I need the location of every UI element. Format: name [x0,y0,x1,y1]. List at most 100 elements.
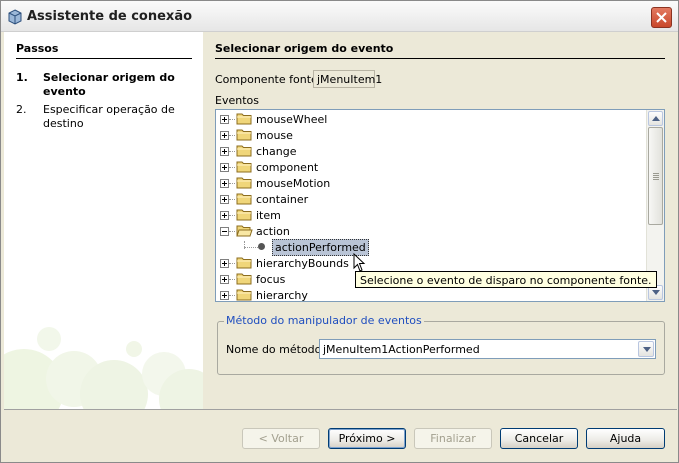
tree-connector [229,151,235,152]
folder-icon [236,113,252,125]
tree-connector [229,279,235,280]
content-panel: Selecionar origem do evento Componente f… [203,32,677,409]
expand-icon[interactable] [220,147,229,156]
tree-item-label[interactable]: mouse [256,129,293,142]
arrow-up-icon [652,116,660,121]
tree-item-label[interactable]: container [256,193,308,206]
folder-open-icon [236,225,253,237]
method-name-value[interactable]: jMenuItem1ActionPerformed [323,343,480,356]
group-title: Método do manipulador de eventos [224,314,424,327]
step-label: Especificar operação de destino [43,103,175,130]
folder-icon [236,257,252,269]
event-bullet-icon [258,243,265,250]
tree-connector [229,119,235,120]
next-button[interactable]: Próximo > [328,428,406,449]
mouse-cursor-icon [353,253,366,272]
scroll-up-button[interactable] [648,111,663,126]
tree-item-label[interactable]: hierarchy [256,289,308,301]
thumb-grip [653,173,659,174]
folder-icon [236,289,252,301]
tree-leaf-item[interactable]: actionPerformed [216,239,636,256]
tooltip: Selecione o evento de disparo no compone… [355,271,657,288]
method-name-label: Nome do método: [226,343,326,356]
expand-icon[interactable] [220,275,229,284]
thumb-grip [653,177,659,178]
component-field: jMenuItem1 [313,70,382,88]
tree-folder-item[interactable]: mouseWheel [216,111,636,127]
expand-icon[interactable] [220,115,229,124]
tree-connector [229,183,235,184]
tree-folder-item[interactable]: hierarchy [216,287,636,301]
finish-button[interactable]: Finalizar [414,428,492,449]
steps-panel: Passos 1. Selecionar origem do evento 2.… [4,32,203,409]
tree-item-label[interactable]: change [256,145,296,158]
help-button[interactable]: Ajuda [586,428,665,449]
chevron-down-icon [643,347,651,352]
tree-folder-item[interactable]: change [216,143,636,159]
tree-folder-item[interactable]: mouse [216,127,636,143]
steps-heading: Passos [16,42,59,55]
combobox-dropdown-button[interactable] [638,341,654,357]
close-icon [656,12,667,23]
folder-icon [236,209,252,221]
tree-connector [229,167,235,168]
step-label: Selecionar origem do evento [43,71,175,98]
expand-icon[interactable] [220,163,229,172]
app-cube-icon [7,9,23,28]
tree-connector [229,215,235,216]
button-bar-divider [4,409,677,410]
tree-item-label[interactable]: component [256,161,318,174]
tree-folder-item[interactable]: component [216,159,636,175]
tree-folder-item[interactable]: item [216,207,636,223]
tree-connector [244,247,258,248]
title-bar[interactable]: Assistente de conexão [1,1,678,32]
expand-icon[interactable] [220,195,229,204]
back-button[interactable]: < Voltar [242,428,320,449]
page-title: Selecionar origem do evento [215,42,394,55]
tree-folder-item[interactable]: hierarchyBounds [216,255,636,271]
tree-item-label[interactable]: focus [256,273,285,286]
expand-icon[interactable] [220,259,229,268]
decorative-bubbles [4,327,203,409]
tree-connector [229,295,235,296]
thumb-grip [653,175,659,176]
method-name-combobox[interactable]: jMenuItem1ActionPerformed [319,339,656,359]
thumb-grip [653,179,659,180]
expand-icon[interactable] [220,131,229,140]
tree-folder-item[interactable]: action [216,223,636,239]
component-label: Componente fonte: [215,73,322,86]
window-title: Assistente de conexão [27,9,193,24]
scroll-thumb[interactable] [648,127,663,225]
tree-folder-item[interactable]: mouseMotion [216,175,636,191]
tree-item-label[interactable]: mouseMotion [256,177,330,190]
events-label: Eventos [215,94,259,107]
tree-connector [229,263,235,264]
step-number: 2. [16,103,27,116]
folder-icon [236,129,252,141]
tree-folder-item[interactable]: container [216,191,636,207]
title-divider [215,58,665,59]
expand-icon[interactable] [220,211,229,220]
tree-connector [229,231,235,232]
tree-item-label[interactable]: hierarchyBounds [256,257,349,270]
tree-item-label[interactable]: mouseWheel [256,113,327,126]
folder-icon [236,161,252,173]
cancel-button[interactable]: Cancelar [500,428,578,449]
tree-connector [229,135,235,136]
folder-icon [236,177,252,189]
expand-icon[interactable] [220,291,229,300]
arrow-down-icon [652,290,660,295]
tree-item-label[interactable]: action [256,225,290,238]
folder-icon [236,145,252,157]
event-handler-group: Método do manipulador de eventos Nome do… [217,314,665,375]
steps-divider [16,58,192,59]
tree-connector [229,199,235,200]
folder-icon [236,193,252,205]
expand-icon[interactable] [220,179,229,188]
folder-icon [236,273,252,285]
step-number: 1. [16,71,28,84]
tree-item-label[interactable]: item [256,209,281,222]
close-button[interactable] [651,7,672,28]
wizard-window: Assistente de conexão Passos 1. Selecion… [0,0,679,463]
collapse-icon[interactable] [220,227,229,236]
